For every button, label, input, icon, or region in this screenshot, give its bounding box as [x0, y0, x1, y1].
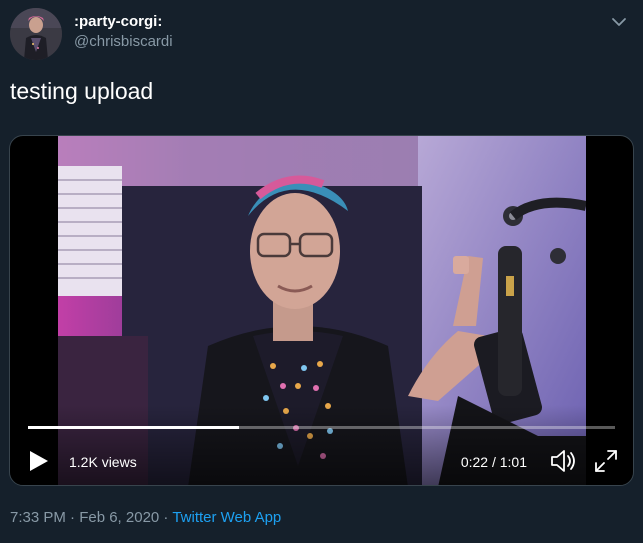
- progress-fill: [28, 426, 240, 429]
- volume-button[interactable]: [549, 447, 579, 475]
- play-icon: [30, 451, 48, 471]
- avatar[interactable]: [10, 8, 62, 60]
- tweet-meta: 7:33 PM · Feb 6, 2020 · Twitter Web App: [10, 509, 281, 526]
- fullscreen-button[interactable]: [593, 448, 619, 474]
- chevron-down-icon[interactable]: [609, 12, 629, 32]
- display-name[interactable]: :party-corgi:: [74, 12, 173, 32]
- video-time: 0:22 / 1:01: [460, 454, 527, 470]
- video-player[interactable]: 1.2K views 0:22 / 1:01: [9, 135, 634, 486]
- controls-shade: [10, 405, 633, 485]
- avatar-image: [10, 8, 62, 60]
- handle[interactable]: @chrisbiscardi: [74, 32, 173, 52]
- play-button[interactable]: [28, 449, 50, 473]
- tweet-source[interactable]: Twitter Web App: [172, 509, 281, 526]
- progress-bar[interactable]: [28, 426, 615, 429]
- tweet: :party-corgi: @chrisbiscardi testing upl…: [0, 0, 643, 543]
- tweet-timestamp[interactable]: 7:33 PM · Feb 6, 2020 ·: [10, 509, 168, 526]
- tweet-text: testing upload: [10, 78, 154, 104]
- tweet-header: :party-corgi: @chrisbiscardi: [10, 8, 633, 64]
- author-names: :party-corgi: @chrisbiscardi: [74, 12, 173, 52]
- view-count: 1.2K views: [69, 454, 137, 470]
- volume-icon: [551, 450, 575, 472]
- fullscreen-icon: [595, 450, 617, 472]
